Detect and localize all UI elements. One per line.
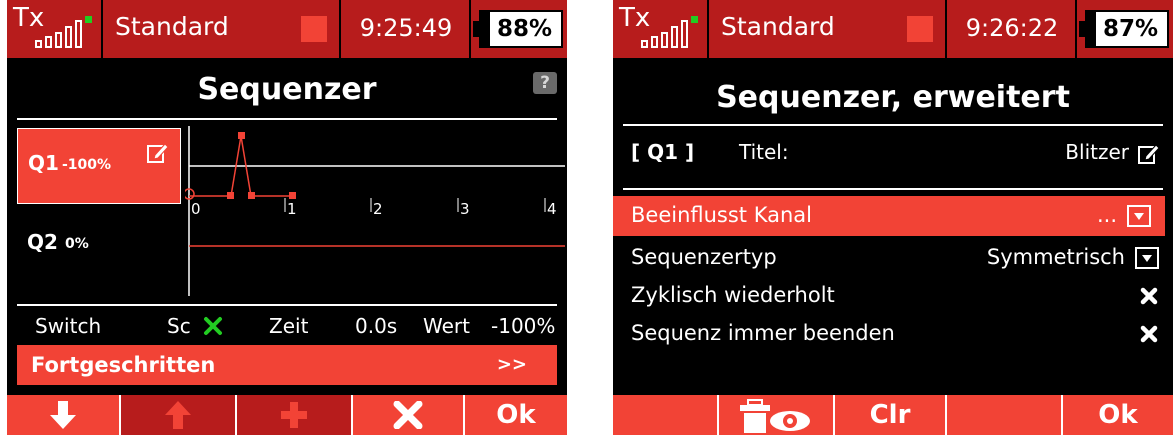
arrow-up-icon — [165, 401, 191, 429]
title-label: Titel: — [739, 140, 789, 164]
row-value: Symmetrisch — [986, 245, 1125, 269]
battery-icon: 88% — [473, 10, 563, 48]
softkey-move-up[interactable] — [119, 395, 235, 435]
title-value[interactable]: Blitzer — [1065, 140, 1129, 164]
battery-percent: 87% — [1103, 16, 1159, 42]
switch-label: Switch — [35, 314, 102, 338]
divider — [623, 124, 1163, 126]
row-zyklisch-wiederholt[interactable]: Zyklisch wiederholt — [613, 276, 1173, 316]
help-icon[interactable]: ? — [533, 72, 557, 94]
sequence-id: [ Q1 ] — [631, 140, 695, 164]
switch-green-x-icon — [204, 317, 222, 335]
sequence-name: Q1 — [28, 151, 59, 175]
graph-point — [238, 132, 245, 139]
graph-tick-label: 1 — [287, 200, 297, 218]
advanced-arrow: >> — [496, 354, 527, 375]
battery-cell: 87% — [1077, 0, 1173, 58]
sequence-value: 0% — [65, 236, 89, 252]
sequence-item-q2[interactable]: Q2 0% — [17, 208, 181, 284]
row-label: Sequenzertyp — [631, 245, 777, 269]
time-cell: 9:26:22 — [947, 0, 1077, 58]
sequence-graph: 0 1 2 3 4 — [185, 126, 565, 296]
sequence-header-row: [ Q1 ] Titel: Blitzer — [613, 140, 1173, 170]
model-cell[interactable]: Standard — [709, 0, 947, 58]
graph-tick-label: 0 — [191, 200, 201, 218]
battery-percent: 88% — [497, 16, 553, 42]
time-label: Zeit — [269, 314, 309, 338]
divider — [17, 118, 557, 120]
row-beeinflusst-kanal[interactable]: Beeinflusst Kanal ... — [613, 196, 1165, 236]
dropdown-icon[interactable] — [1135, 247, 1159, 269]
clock-time: 9:25:49 — [359, 14, 453, 42]
divider — [17, 304, 557, 306]
sequence-value: -100% — [62, 157, 112, 173]
advanced-button[interactable]: Fortgeschritten >> — [17, 345, 557, 385]
edit-icon[interactable] — [146, 141, 170, 165]
clock-time: 9:26:22 — [965, 14, 1059, 42]
graph-point — [289, 192, 296, 199]
switch-value[interactable]: Sc — [167, 314, 191, 338]
value-label: Wert — [423, 314, 470, 338]
graph-tick-label: 2 — [373, 200, 383, 218]
model-name: Standard — [721, 12, 835, 41]
checkbox-x-icon[interactable] — [1139, 286, 1159, 306]
ok-label: Ok — [1098, 400, 1138, 430]
clear-label: Clr — [869, 400, 911, 430]
row-sequenz-immer-beenden[interactable]: Sequenz immer beenden — [613, 314, 1173, 354]
row-value: ... — [1096, 203, 1117, 227]
signal-bars-icon — [35, 16, 95, 48]
tx-signal-cell: Tx — [7, 0, 103, 58]
sequence-item-q1[interactable]: Q1 -100% — [17, 128, 181, 204]
sequence-name: Q2 — [27, 230, 58, 254]
checkbox-x-icon[interactable] — [1139, 324, 1159, 344]
tx-signal-cell: Tx — [613, 0, 709, 58]
softkey-empty-2[interactable] — [945, 395, 1061, 435]
graph-point — [227, 192, 234, 199]
softkey-bar: Ok — [7, 395, 567, 435]
trash-eye-icon — [740, 399, 810, 433]
softkey-move-down[interactable] — [7, 395, 119, 435]
sequencer-advanced-screen: Tx Standard 9:26:22 87% Sequenzer, erwei… — [613, 0, 1173, 435]
time-cell: 9:25:49 — [341, 0, 471, 58]
row-sequenzertyp[interactable]: Sequenzertyp Symmetrisch — [613, 238, 1173, 278]
softkey-delete[interactable] — [351, 395, 463, 435]
softkey-empty-1[interactable] — [613, 395, 717, 435]
sequencer-screen: Tx Standard 9:25:49 88% Sequenzer ? Q1 -… — [7, 0, 567, 435]
softkey-clear[interactable]: Clr — [833, 395, 945, 435]
status-bar: Tx Standard 9:25:49 88% — [7, 0, 567, 58]
time-value[interactable]: 0.0s — [355, 314, 397, 338]
ok-label: Ok — [496, 400, 536, 430]
softkey-bar: Clr Ok — [613, 395, 1173, 435]
model-cell[interactable]: Standard — [103, 0, 341, 58]
delete-x-icon — [393, 401, 423, 429]
softkey-add[interactable] — [235, 395, 351, 435]
page-title: Sequenzer — [197, 72, 377, 107]
battery-icon: 87% — [1079, 10, 1169, 48]
row-label: Zyklisch wiederholt — [631, 283, 835, 307]
dropdown-icon[interactable] — [1127, 205, 1151, 227]
signal-bars-icon — [641, 16, 701, 48]
divider — [623, 188, 1163, 190]
row-label: Beeinflusst Kanal — [631, 203, 813, 227]
status-square-icon — [907, 16, 933, 42]
edit-icon[interactable] — [1137, 142, 1161, 166]
graph-point — [248, 192, 255, 199]
softkey-ok[interactable]: Ok — [1061, 395, 1173, 435]
softkey-ok[interactable]: Ok — [463, 395, 567, 435]
row-label: Sequenz immer beenden — [631, 321, 895, 345]
model-name: Standard — [115, 12, 229, 41]
graph-tick-label: 4 — [547, 200, 557, 218]
value-value[interactable]: -100% — [491, 314, 555, 338]
page-title: Sequenzer, erweitert — [716, 80, 1070, 115]
status-bar: Tx Standard 9:26:22 87% — [613, 0, 1173, 58]
battery-cell: 88% — [471, 0, 567, 58]
sequence-info-row: Switch Sc Zeit 0.0s Wert -100% — [7, 314, 567, 344]
plus-icon — [281, 402, 307, 428]
status-square-icon — [301, 16, 327, 42]
softkey-trash-eye[interactable] — [717, 395, 833, 435]
arrow-down-icon — [50, 401, 76, 429]
advanced-label: Fortgeschritten — [31, 353, 216, 377]
graph-tick-label: 3 — [460, 200, 470, 218]
